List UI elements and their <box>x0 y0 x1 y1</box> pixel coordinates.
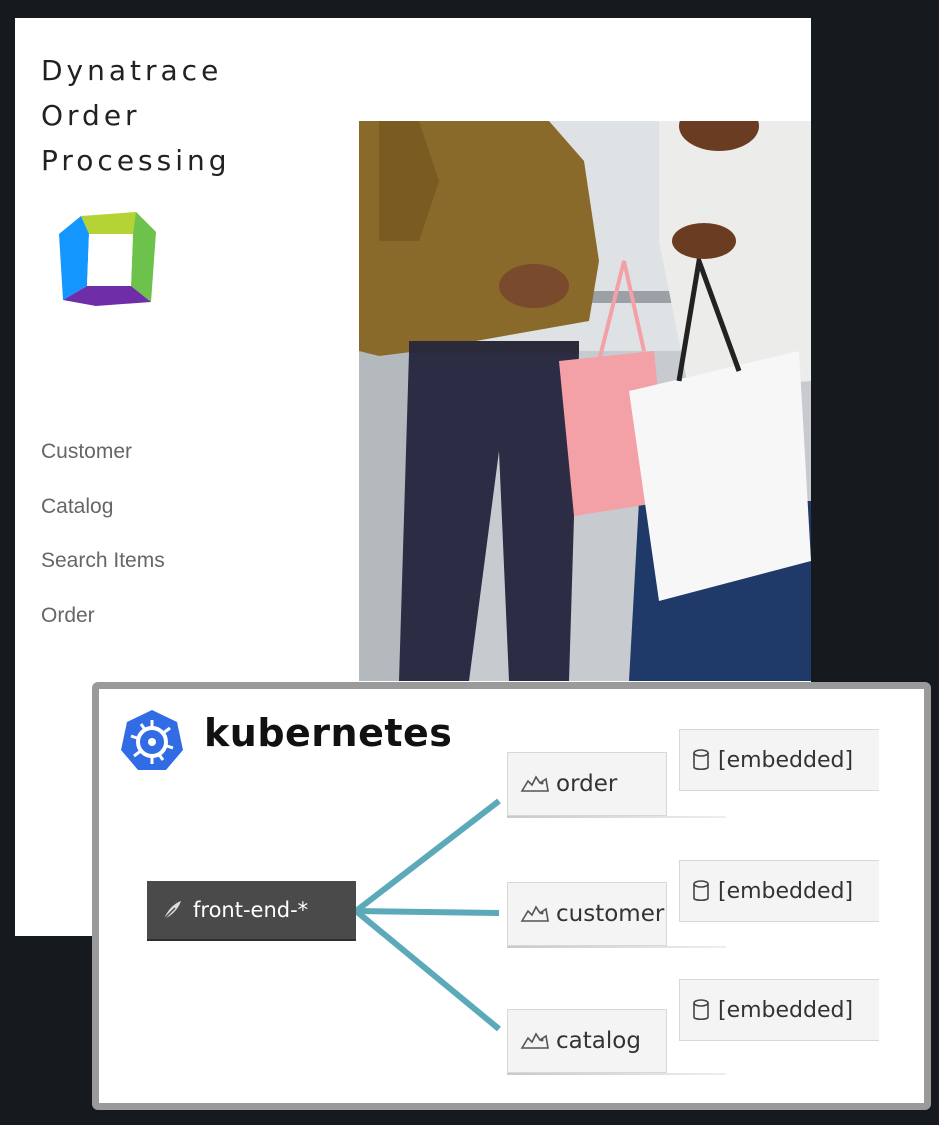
nav-order[interactable]: Order <box>41 604 95 628</box>
app-title-line: Dynatrace <box>41 54 223 87</box>
database-icon <box>692 880 710 902</box>
database-icon <box>692 749 710 771</box>
dynatrace-logo-icon <box>51 204 161 314</box>
database-node-order[interactable]: [embedded] <box>679 729 879 791</box>
service-node-customer[interactable]: customer <box>507 882 726 948</box>
service-node-order[interactable]: order <box>507 752 726 818</box>
app-title: Dynatrace Order Processing <box>41 48 341 183</box>
edge-frontend-catalog <box>354 908 501 1032</box>
nav-search-items[interactable]: Search Items <box>41 549 165 573</box>
database-node-catalog[interactable]: [embedded] <box>679 979 879 1041</box>
service-label: catalog <box>556 1028 641 1054</box>
frontend-service-node[interactable]: front-end-* <box>147 881 356 941</box>
frontend-label: front-end-* <box>193 898 309 922</box>
topology-canvas: kubernetes front-end-* order [embedded] … <box>99 689 924 1103</box>
database-label: [embedded] <box>718 747 854 773</box>
edge-frontend-order <box>354 798 501 914</box>
tomcat-icon <box>520 773 550 795</box>
hero-image <box>359 121 811 681</box>
nav-catalog[interactable]: Catalog <box>41 495 113 519</box>
nav-customer[interactable]: Customer <box>41 440 132 464</box>
edge-frontend-customer <box>355 908 500 916</box>
feather-icon <box>161 899 183 921</box>
tomcat-icon <box>520 903 550 925</box>
service-label: customer <box>556 901 665 927</box>
kubernetes-topology-panel: kubernetes front-end-* order [embedded] … <box>92 682 931 1110</box>
app-title-line: Order <box>41 99 141 132</box>
database-icon <box>692 999 710 1021</box>
app-title-line: Processing <box>41 144 231 177</box>
database-label: [embedded] <box>718 997 854 1023</box>
database-label: [embedded] <box>718 878 854 904</box>
service-node-catalog[interactable]: catalog <box>507 1009 726 1075</box>
service-label: order <box>556 771 618 797</box>
tomcat-icon <box>520 1030 550 1052</box>
database-node-customer[interactable]: [embedded] <box>679 860 879 922</box>
